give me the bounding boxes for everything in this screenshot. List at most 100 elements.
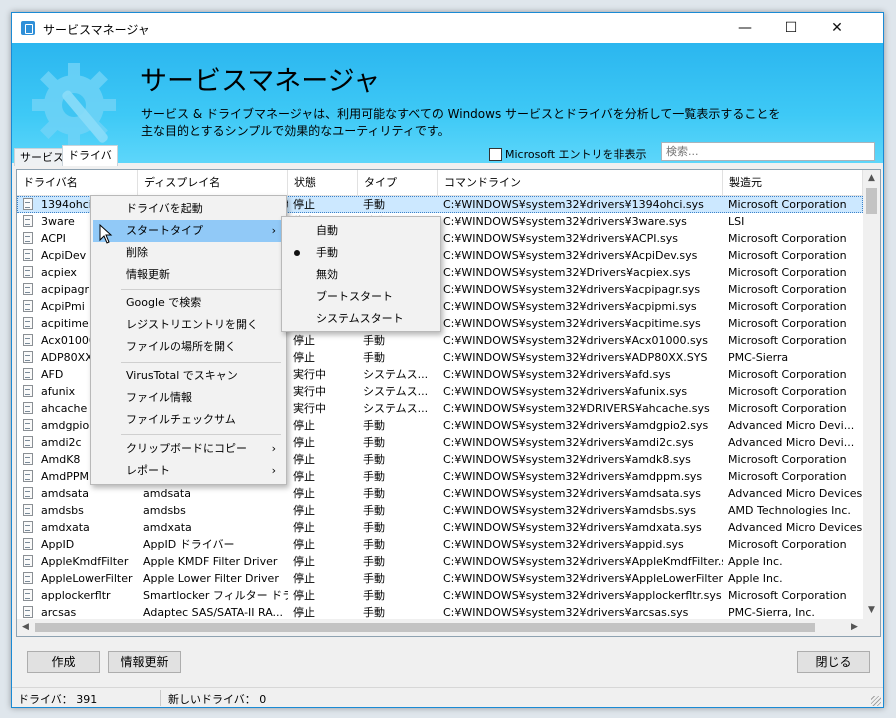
- app-icon: [21, 21, 35, 35]
- start-type-submenu: 自動 手動 無効 ブートスタート システムスタート: [281, 216, 441, 332]
- context-menu: ドライバを起動 スタートタイプ › 削除 情報更新 Google で検索 レジスト…: [90, 195, 287, 485]
- vertical-scroll-thumb[interactable]: [866, 188, 877, 214]
- menu-item-start-driver[interactable]: ドライバを起動: [93, 198, 286, 220]
- cell-status: 停止: [293, 521, 315, 534]
- selected-radio-icon: [294, 250, 300, 256]
- cell-type: 手動: [363, 470, 385, 483]
- submenu-item-disabled[interactable]: 無効: [284, 264, 440, 286]
- cell-command-line: C:¥WINDOWS¥system32¥drivers¥amdppm.sys: [443, 470, 703, 483]
- cell-manufacturer: Microsoft Corporation: [728, 470, 847, 483]
- cell-type: 手動: [363, 436, 385, 449]
- menu-separator: [121, 289, 281, 290]
- maximize-button[interactable]: ☐: [768, 13, 814, 43]
- column-header-display-name[interactable]: ディスプレイ名: [138, 170, 288, 195]
- search-input[interactable]: [661, 142, 875, 161]
- close-window-button[interactable]: ✕: [814, 13, 860, 43]
- cell-status: 停止: [293, 436, 315, 449]
- table-row[interactable]: applockerfltr Smartlocker フィルター ドラ... 停止 手動…: [17, 587, 863, 604]
- cell-command-line: C:¥WINDOWS¥system32¥drivers¥amdi2c.sys: [443, 436, 694, 449]
- column-header-manufacturer[interactable]: 製造元: [723, 170, 863, 195]
- status-divider: [160, 690, 161, 706]
- submenu-item-auto[interactable]: 自動: [284, 220, 440, 242]
- cell-status: 停止: [293, 419, 315, 432]
- cell-manufacturer: Microsoft Corporation: [728, 232, 847, 245]
- cell-display-name: amdsbs: [143, 504, 186, 517]
- table-row[interactable]: amdsbs amdsbs 停止 手動 C:¥WINDOWS¥system32¥driv…: [17, 502, 863, 519]
- cell-status: 停止: [293, 470, 315, 483]
- resize-grip-icon[interactable]: [871, 696, 881, 706]
- menu-item-open-file-location[interactable]: ファイルの場所を開く: [93, 336, 286, 358]
- cell-manufacturer: Microsoft Corporation: [728, 453, 847, 466]
- column-header-command-line[interactable]: コマンドライン: [438, 170, 723, 195]
- scroll-left-icon[interactable]: ◀: [17, 619, 34, 636]
- minimize-button[interactable]: —: [722, 13, 768, 43]
- menu-item-start-type[interactable]: スタートタイプ ›: [93, 220, 286, 242]
- cell-status: 停止: [293, 453, 315, 466]
- cell-command-line: C:¥WINDOWS¥system32¥drivers¥applockerflt…: [443, 589, 722, 602]
- menu-item-file-checksum[interactable]: ファイルチェックサム: [93, 409, 286, 431]
- cell-type: 手動: [363, 572, 385, 585]
- menu-item-open-registry[interactable]: レジストリエントリを開く: [93, 314, 286, 336]
- create-button[interactable]: 作成: [27, 651, 100, 673]
- scroll-corner: [863, 619, 880, 636]
- cell-command-line: C:¥WINDOWS¥system32¥drivers¥ADP80XX.SYS: [443, 351, 708, 364]
- table-row[interactable]: amdsata amdsata 停止 手動 C:¥WINDOWS¥system32¥dr…: [17, 485, 863, 502]
- cell-display-name: Apple KMDF Filter Driver: [143, 555, 278, 568]
- banner-title: サービスマネージャ: [140, 66, 381, 97]
- hide-microsoft-checkbox[interactable]: [489, 147, 502, 161]
- cell-type: 手動: [363, 504, 385, 517]
- menu-item-virustotal-scan[interactable]: VirusTotal でスキャン: [93, 365, 286, 387]
- table-row[interactable]: amdxata amdxata 停止 手動 C:¥WINDOWS¥system32¥dr…: [17, 519, 863, 536]
- menu-item-report[interactable]: レポート ›: [93, 460, 286, 482]
- cell-manufacturer: Microsoft Corporation: [728, 334, 847, 347]
- cell-manufacturer: Advanced Micro Devi...: [728, 419, 855, 432]
- cell-status: 実行中: [293, 368, 326, 381]
- vertical-scrollbar[interactable]: ▲ ▼: [863, 170, 880, 619]
- scroll-down-icon[interactable]: ▼: [863, 602, 880, 619]
- cell-command-line: C:¥WINDOWS¥system32¥drivers¥amdgpio2.sys: [443, 419, 709, 432]
- submenu-item-manual[interactable]: 手動: [284, 242, 440, 264]
- hide-microsoft-toggle[interactable]: Microsoft エントリを非表示: [489, 146, 647, 162]
- menu-item-copy-clipboard[interactable]: クリップボードにコピー ›: [93, 438, 286, 460]
- cell-display-name: amdxata: [143, 521, 192, 534]
- cell-driver-name: amdsata: [41, 487, 89, 500]
- table-row[interactable]: AppleKmdfFilter Apple KMDF Filter Driver 停…: [17, 553, 863, 570]
- submenu-arrow-icon: ›: [271, 464, 276, 477]
- column-header-type[interactable]: タイプ: [358, 170, 438, 195]
- column-header-name[interactable]: ドライバ名: [17, 170, 138, 195]
- horizontal-scroll-thumb[interactable]: [35, 623, 815, 632]
- cell-command-line: C:¥WINDOWS¥system32¥DRIVERS¥ahcache.sys: [443, 402, 710, 415]
- submenu-item-boot-start[interactable]: ブートスタート: [284, 286, 440, 308]
- menu-item-google-search[interactable]: Google で検索: [93, 292, 286, 314]
- cell-command-line: C:¥WINDOWS¥system32¥drivers¥3ware.sys: [443, 215, 687, 228]
- refresh-button[interactable]: 情報更新: [108, 651, 181, 673]
- scroll-up-icon[interactable]: ▲: [863, 170, 880, 187]
- close-button[interactable]: 閉じる: [797, 651, 870, 673]
- table-row[interactable]: AppID AppID ドライバー 停止 手動 C:¥WINDOWS¥system32¥…: [17, 536, 863, 553]
- menu-item-refresh[interactable]: 情報更新: [93, 264, 286, 286]
- cell-command-line: C:¥WINDOWS¥system32¥drivers¥AppleLowerFi…: [443, 572, 723, 585]
- title-bar[interactable]: サービスマネージャ — ☐ ✕: [12, 13, 883, 43]
- driver-count: ドライバ： 391: [18, 693, 98, 706]
- cell-status: 停止: [293, 198, 315, 211]
- cell-status: 実行中: [293, 402, 326, 415]
- cell-status: 停止: [293, 538, 315, 551]
- cell-type: 手動: [363, 419, 385, 432]
- scroll-right-icon[interactable]: ▶: [846, 619, 863, 636]
- cell-command-line: C:¥WINDOWS¥system32¥drivers¥amdsbs.sys: [443, 504, 696, 517]
- cell-manufacturer: Microsoft Corporation: [728, 368, 847, 381]
- cell-manufacturer: Microsoft Corporation: [728, 198, 847, 211]
- table-row[interactable]: AppleLowerFilter Apple Lower Filter Drive…: [17, 570, 863, 587]
- tab-drivers[interactable]: ドライバ: [62, 145, 118, 166]
- menu-item-file-info[interactable]: ファイル情報: [93, 387, 286, 409]
- cell-command-line: C:¥WINDOWS¥system32¥drivers¥acpipmi.sys: [443, 300, 697, 313]
- submenu-item-system-start[interactable]: システムスタート: [284, 308, 440, 330]
- horizontal-scrollbar[interactable]: ◀ ▶: [17, 619, 863, 636]
- column-header-status[interactable]: 状態: [288, 170, 358, 195]
- menu-item-delete[interactable]: 削除: [93, 242, 286, 264]
- cell-manufacturer: Advanced Micro Devi...: [728, 436, 855, 449]
- cell-driver-name: applockerfltr: [41, 589, 111, 602]
- cell-display-name: Smartlocker フィルター ドラ...: [143, 589, 288, 602]
- submenu-arrow-icon: ›: [271, 442, 276, 455]
- cell-command-line: C:¥WINDOWS¥system32¥drivers¥ACPI.sys: [443, 232, 678, 245]
